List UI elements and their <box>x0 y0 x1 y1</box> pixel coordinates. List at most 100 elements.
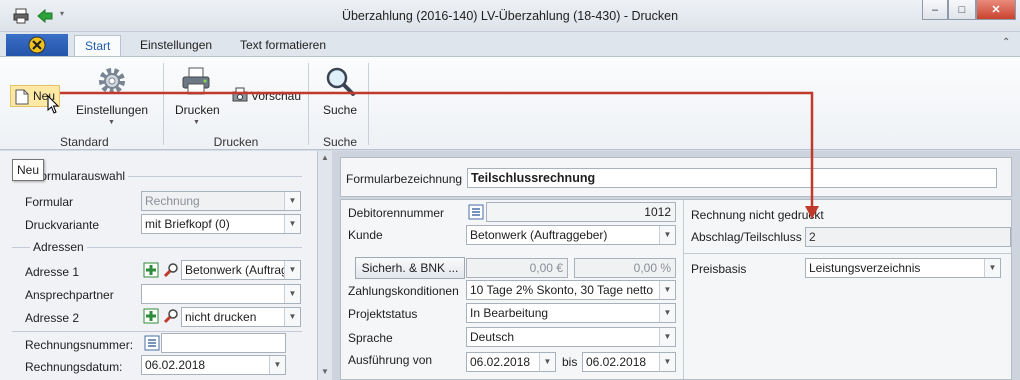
search-address-icon[interactable] <box>163 262 179 278</box>
divider <box>684 253 1011 254</box>
formularbezeichnung-panel: Formularbezeichnung Teilschlussrechnung <box>340 157 1012 197</box>
zahlungskonditionen-select[interactable]: 10 Tage 2% Skonto, 30 Tage netto ▼ <box>466 280 676 300</box>
right-form-pane: Formularbezeichnung Teilschlussrechnung … <box>332 151 1020 380</box>
druckvariante-select[interactable]: mit Briefkopf (0) ▼ <box>141 214 301 234</box>
adresse1-label: Adresse 1 <box>25 265 80 279</box>
number-list-icon[interactable] <box>144 335 160 351</box>
ribbon-help-icon[interactable]: ⌃ <box>1002 37 1010 48</box>
bis-label: bis <box>562 355 578 369</box>
rechnungsnummer-input[interactable] <box>161 333 286 353</box>
kunde-select[interactable]: Betonwerk (Auftraggeber) ▼ <box>466 225 676 245</box>
group-label-standard: Standard <box>60 135 109 149</box>
application-menu-button[interactable] <box>6 34 68 56</box>
adresse2-label: Adresse 2 <box>25 311 80 325</box>
chevron-down-icon[interactable]: ▼ <box>284 215 300 233</box>
search-button[interactable]: Suche <box>323 103 357 117</box>
group-formularauswahl: Formularauswahl <box>30 169 129 183</box>
group-label-print: Drucken <box>213 135 259 149</box>
print-button[interactable]: Drucken <box>175 103 220 117</box>
ausfuehrung-label: Ausführung von <box>348 353 433 367</box>
chevron-down-icon[interactable]: ▼ <box>284 308 300 326</box>
printer-icon[interactable] <box>180 65 212 97</box>
search-address-icon[interactable] <box>163 308 179 324</box>
druckvariante-label: Druckvariante <box>25 218 100 232</box>
pane-splitter[interactable]: ▲ ▼ <box>318 151 332 380</box>
ribbon-separator <box>308 63 309 145</box>
chevron-down-icon[interactable]: ▼ <box>284 285 300 303</box>
new-document-icon <box>15 89 29 105</box>
title-bar: ▾ Überzahlung (2016-140) LV-Überzahlung … <box>0 0 1020 32</box>
left-form-pane: Formularauswahl Formular Rechnung ▼ Druck… <box>0 151 318 380</box>
chevron-down-icon[interactable]: ▼ <box>284 261 300 279</box>
number-list-icon[interactable] <box>468 204 484 220</box>
chevron-down-icon[interactable]: ▼ <box>539 353 555 371</box>
chevron-down-icon[interactable]: ▼ <box>284 192 300 210</box>
settings-dropdown-icon[interactable]: ▼ <box>108 119 115 126</box>
tab-text-formatieren[interactable]: Text formatieren <box>230 35 336 56</box>
rechnungsdatum-label: Rechnungsdatum: <box>25 360 123 374</box>
formularbezeichnung-input[interactable]: Teilschlussrechnung <box>467 168 997 188</box>
debitorennummer-label: Debitorennummer <box>348 206 445 220</box>
rechnungsdatum-date-picker[interactable]: 06.02.2018 ▼ <box>141 355 286 375</box>
sprache-select[interactable]: Deutsch ▼ <box>466 327 676 347</box>
details-panel: Debitorennummer 1012 Kunde Betonwerk (Au… <box>340 199 1012 380</box>
kunde-label: Kunde <box>348 228 383 242</box>
rechnung-nicht-gedruckt-label: Rechnung nicht gedruckt <box>691 208 824 222</box>
preview-button[interactable]: Vorschau <box>251 89 301 103</box>
ribbon: Neu Einstellungen ▼ Standard Drucken ▼ V… <box>0 56 1020 150</box>
settings-button[interactable]: Einstellungen <box>76 103 148 117</box>
add-address-icon[interactable] <box>143 308 159 324</box>
tab-start[interactable]: Start <box>74 35 122 56</box>
formular-label: Formular <box>25 195 74 209</box>
ribbon-separator <box>368 63 369 145</box>
formularbezeichnung-label: Formularbezeichnung <box>346 172 463 186</box>
ribbon-tab-row: Start Einstellungen Text formatieren ⌃ <box>0 32 1020 56</box>
zahlungskonditionen-label: Zahlungskonditionen <box>348 284 459 298</box>
add-address-icon[interactable] <box>143 262 159 278</box>
app-logo-icon <box>28 36 46 54</box>
window-title: Überzahlung (2016-140) LV-Überzahlung (1… <box>341 9 679 23</box>
close-button[interactable]: ✕ <box>976 0 1016 20</box>
ausfuehrung-to-date[interactable]: 06.02.2018 ▼ <box>582 352 676 372</box>
tab-einstellungen[interactable]: Einstellungen <box>130 35 222 56</box>
group-adressen: Adressen <box>30 240 87 254</box>
adresse1-select[interactable]: Betonwerk (Auftragg ▼ <box>181 260 301 280</box>
splitter-up-icon[interactable]: ▲ <box>321 153 329 162</box>
ausfuehrung-from-date[interactable]: 06.02.2018 ▼ <box>466 352 556 372</box>
chevron-down-icon[interactable]: ▼ <box>659 304 675 322</box>
adresse2-select[interactable]: nicht drucken ▼ <box>181 307 301 327</box>
rechnungsnummer-label: Rechnungsnummer: <box>25 338 134 352</box>
sprache-label: Sprache <box>348 331 393 345</box>
column-divider <box>683 200 684 379</box>
search-magnifier-icon[interactable] <box>324 65 356 97</box>
chevron-down-icon[interactable]: ▼ <box>269 356 285 374</box>
amount-field: 0,00 € <box>466 258 568 278</box>
projektstatus-select[interactable]: In Bearbeitung ▼ <box>466 303 676 323</box>
chevron-down-icon[interactable]: ▼ <box>659 328 675 346</box>
settings-gear-icon[interactable] <box>96 65 128 97</box>
debitorennummer-field: 1012 <box>486 202 676 222</box>
chevron-down-icon[interactable]: ▼ <box>659 353 675 371</box>
percent-field: 0,00 % <box>574 258 676 278</box>
preisbasis-select[interactable]: Leistungsverzeichnis ▼ <box>805 258 1001 278</box>
projektstatus-label: Projektstatus <box>348 307 418 321</box>
splitter-down-icon[interactable]: ▼ <box>321 367 329 376</box>
sicherheiten-bnk-button[interactable]: Sicherh. & BNK ... <box>355 257 465 279</box>
group-label-search: Suche <box>322 135 358 149</box>
abschlag-nr-field: 2 <box>805 227 1011 247</box>
divider <box>12 331 302 332</box>
ansprechpartner-label: Ansprechpartner <box>25 288 114 302</box>
ansprechpartner-select[interactable]: ▼ <box>141 284 301 304</box>
preview-icon[interactable] <box>232 87 248 103</box>
minimize-button[interactable]: – <box>922 0 948 20</box>
print-dropdown-icon[interactable]: ▼ <box>193 119 200 126</box>
chevron-down-icon[interactable]: ▼ <box>659 226 675 244</box>
ribbon-separator <box>163 63 164 145</box>
chevron-down-icon[interactable]: ▼ <box>984 259 1000 277</box>
maximize-button[interactable]: □ <box>948 0 976 20</box>
mouse-cursor-icon <box>47 95 60 114</box>
abschlag-label: Abschlag/Teilschluss Nr <box>691 230 818 244</box>
preisbasis-label: Preisbasis <box>691 262 747 276</box>
formular-select[interactable]: Rechnung ▼ <box>141 191 301 211</box>
chevron-down-icon[interactable]: ▼ <box>659 281 675 299</box>
